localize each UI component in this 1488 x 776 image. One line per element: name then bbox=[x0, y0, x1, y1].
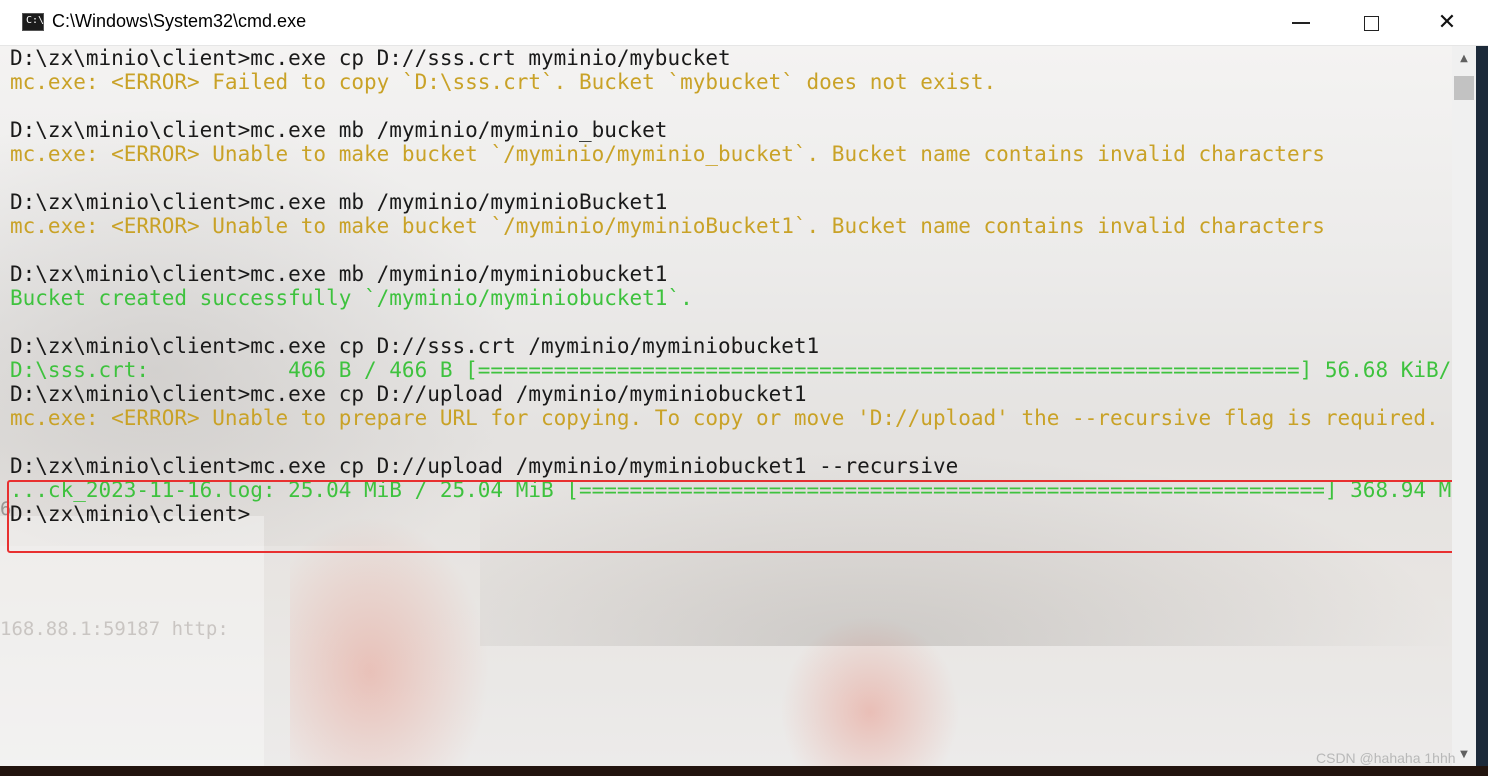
console-line: D:\zx\minio\client>mc.exe cp D://upload … bbox=[10, 382, 807, 406]
console-line: D:\zx\minio\client>mc.exe cp D://sss.crt… bbox=[10, 46, 731, 70]
wallpaper-light-streak-2 bbox=[780, 616, 960, 766]
vertical-scrollbar[interactable]: ▲ ▼ bbox=[1452, 46, 1476, 766]
chevron-down-icon: ▼ bbox=[1460, 748, 1468, 760]
console-line: Bucket created successfully `/myminio/my… bbox=[10, 286, 693, 310]
console-line: D:\zx\minio\client>mc.exe mb /myminio/my… bbox=[10, 262, 668, 286]
minimize-icon bbox=[1292, 22, 1310, 24]
console-line: mc.exe: <ERROR> Unable to make bucket `/… bbox=[10, 142, 1325, 166]
console-line: D:\zx\minio\client>mc.exe cp D://sss.crt… bbox=[10, 334, 820, 358]
scroll-up-button[interactable]: ▲ bbox=[1452, 46, 1476, 70]
console-line: mc.exe: <ERROR> Unable to make bucket `/… bbox=[10, 214, 1325, 238]
chevron-up-icon: ▲ bbox=[1460, 52, 1468, 64]
wallpaper-light-streak bbox=[290, 516, 490, 766]
console-line: D:\zx\minio\client>mc.exe mb /myminio/my… bbox=[10, 190, 668, 214]
maximize-button[interactable] bbox=[1336, 0, 1406, 46]
close-icon: ✕ bbox=[1437, 10, 1457, 35]
title-bar[interactable]: C:\ C:\Windows\System32\cmd.exe ✕ bbox=[0, 0, 1488, 46]
scroll-down-button[interactable]: ▼ bbox=[1452, 742, 1476, 766]
console-line: D:\zx\minio\client>mc.exe cp D://upload … bbox=[10, 454, 959, 478]
console-line: mc.exe: <ERROR> Failed to copy `D:\sss.c… bbox=[10, 70, 997, 94]
console-output[interactable]: 168.88.1:59187 http: 6 D:\zx\minio\clien… bbox=[0, 46, 1452, 766]
background-ghost-text: 168.88.1:59187 http: bbox=[0, 618, 229, 640]
window-title: C:\Windows\System32\cmd.exe bbox=[52, 11, 307, 31]
close-button[interactable]: ✕ bbox=[1406, 0, 1488, 46]
console-line: D:\sss.crt: 466 B / 466 B [=============… bbox=[10, 358, 1452, 382]
cmd-icon[interactable]: C:\ bbox=[22, 13, 44, 31]
cmd-icon-glyph: C:\ bbox=[26, 15, 45, 26]
minimize-button[interactable] bbox=[1266, 0, 1336, 46]
desktop-edge-bottom bbox=[0, 766, 1488, 776]
watermark-text: CSDN @hahaha 1hhh bbox=[1316, 750, 1456, 766]
background-window-panel bbox=[0, 516, 264, 766]
scroll-thumb[interactable] bbox=[1454, 76, 1474, 100]
desktop-edge-right bbox=[1476, 46, 1488, 776]
maximize-icon bbox=[1363, 15, 1379, 31]
console-line: mc.exe: <ERROR> Unable to prepare URL fo… bbox=[10, 406, 1439, 430]
console-line: D:\zx\minio\client>mc.exe mb /myminio/my… bbox=[10, 118, 668, 142]
highlight-annotation-box bbox=[7, 480, 1452, 553]
